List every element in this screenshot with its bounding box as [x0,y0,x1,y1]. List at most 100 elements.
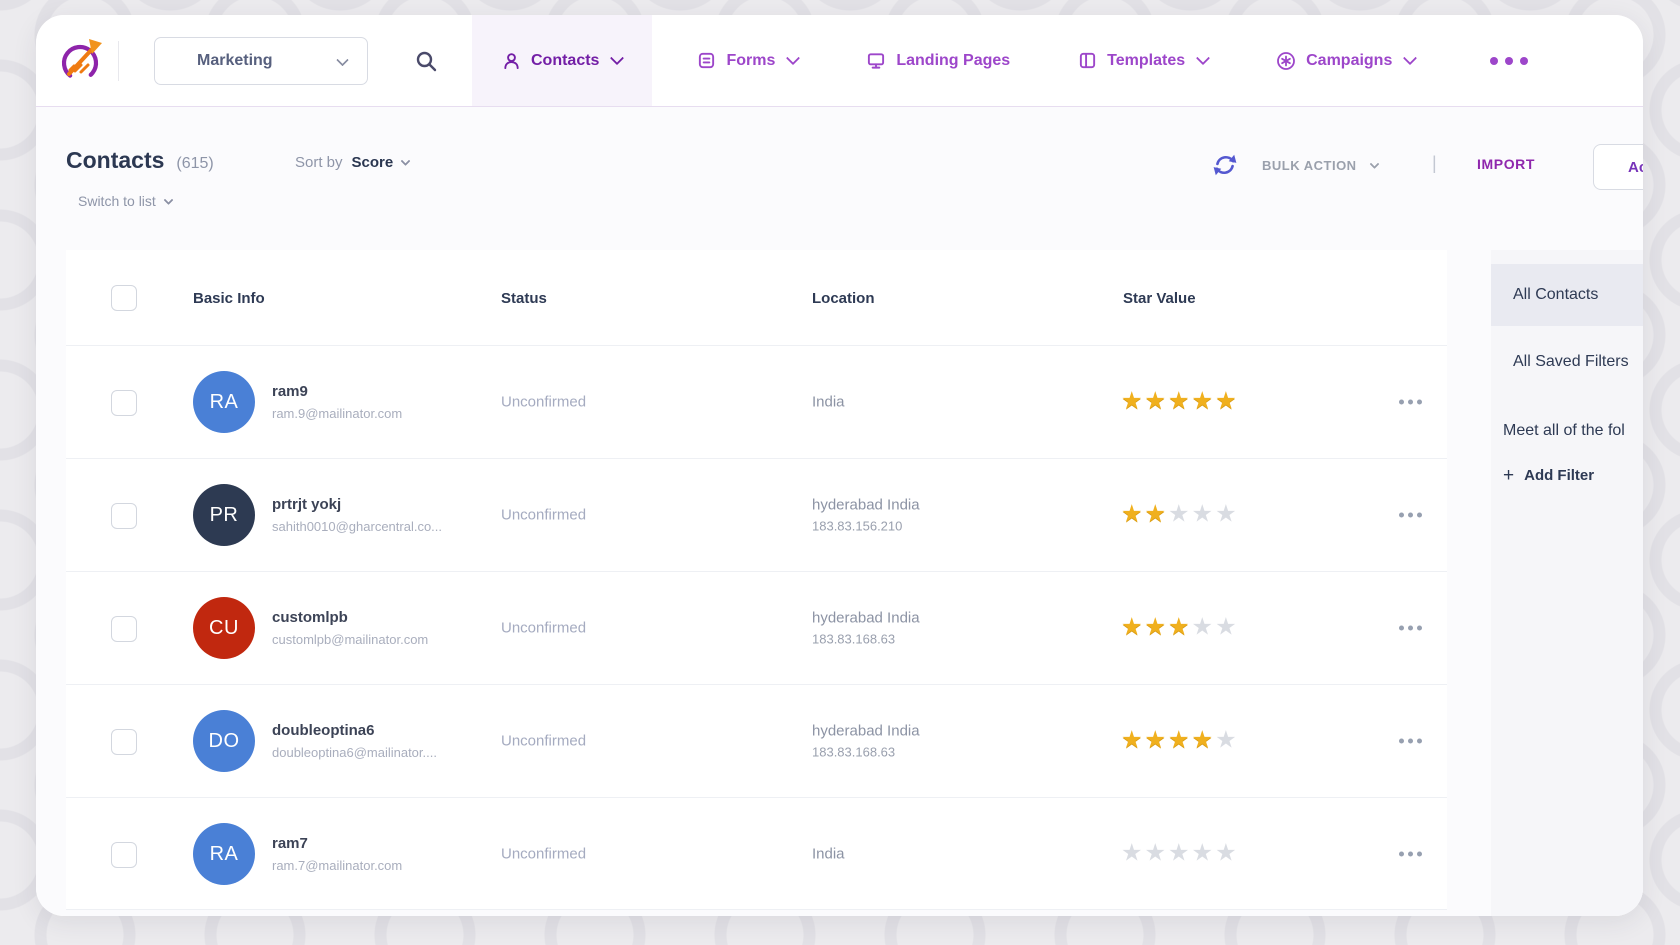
star-empty-icon: ★ [1215,501,1239,528]
plus-icon: + [1503,466,1514,485]
select-all-checkbox[interactable] [111,285,137,311]
row-actions-menu[interactable] [1393,733,1428,750]
star-rating[interactable]: ★★★★★ [1121,390,1239,414]
add-filter-button[interactable]: + Add Filter [1491,466,1643,485]
star-empty-icon: ★ [1121,839,1145,866]
star-filled-icon: ★ [1145,501,1169,528]
chevron-down-icon [336,53,349,66]
bulk-action-dropdown[interactable]: BULK ACTION [1262,158,1378,173]
contact-location: hyderabad India 183.83.168.63 [812,610,920,647]
switch-to-list-label: Switch to list [78,193,156,209]
location-city: India [812,845,845,862]
avatar: DO [193,710,255,772]
filter-item-all-saved-filters[interactable]: All Saved Filters [1491,340,1643,384]
chevron-down-icon [1369,159,1379,169]
refresh-button[interactable] [1212,152,1238,178]
contacts-count: (615) [176,155,213,173]
star-filled-icon: ★ [1168,727,1192,754]
star-filled-icon: ★ [1145,614,1169,641]
chevron-down-icon [610,51,624,65]
location-city: hyderabad India [812,497,920,514]
contacts-table: Basic Info Status Location Star Value RA… [66,250,1447,910]
table-header-row: Basic Info Status Location Star Value [66,250,1447,345]
star-empty-icon: ★ [1215,614,1239,641]
contact-basic-info: ram7 ram.7@mailinator.com [272,835,402,873]
row-checkbox[interactable] [111,390,137,416]
actions-button[interactable]: Act [1593,144,1643,190]
star-rating[interactable]: ★★★★★ [1121,616,1239,640]
filters-panel: All Contacts All Saved Filters Meet all … [1491,250,1643,916]
sort-control[interactable]: Sort by Score [295,154,409,171]
contact-status: Unconfirmed [501,620,586,637]
tab-campaigns[interactable]: Campaigns [1253,15,1438,106]
tab-landing-pages[interactable]: Landing Pages [843,15,1033,106]
ellipsis-icon [1399,851,1404,856]
campaign-icon [1276,51,1296,71]
table-row[interactable]: PR prtrjt yokj sahith0010@gharcentral.co… [66,458,1447,571]
row-actions-menu[interactable] [1393,507,1428,524]
search-button[interactable] [408,43,444,79]
tab-label: Forms [726,52,775,70]
row-actions-menu[interactable] [1393,394,1428,411]
location-ip: 183.83.156.210 [812,519,920,534]
switch-to-list-control[interactable]: Switch to list [78,193,172,209]
star-empty-icon: ★ [1192,614,1216,641]
star-filled-icon: ★ [1145,727,1169,754]
location-city: India [812,394,845,411]
page-title: Contacts [66,147,164,174]
add-filter-label: Add Filter [1524,467,1594,484]
contact-basic-info: prtrjt yokj sahith0010@gharcentral.co... [272,496,442,534]
star-rating[interactable]: ★★★★★ [1121,841,1239,865]
refresh-icon [1212,152,1238,178]
ellipsis-icon [1399,739,1404,744]
tab-forms[interactable]: Forms [674,15,821,106]
contact-email: sahith0010@gharcentral.co... [272,519,442,534]
star-filled-icon: ★ [1168,614,1192,641]
ellipsis-icon [1399,400,1404,405]
chevron-down-icon [163,195,173,205]
row-checkbox[interactable] [111,503,137,529]
contact-name: doubleoptina6 [272,722,437,739]
location-ip: 183.83.168.63 [812,632,920,647]
contact-email: ram.7@mailinator.com [272,858,402,873]
star-filled-icon: ★ [1215,388,1239,415]
more-menu-button[interactable] [1470,15,1548,106]
star-filled-icon: ★ [1145,388,1169,415]
marketing-logo-icon[interactable] [56,34,108,86]
tab-contacts[interactable]: Contacts [472,15,652,106]
avatar: RA [193,823,255,885]
star-empty-icon: ★ [1168,501,1192,528]
filter-item-label: All Saved Filters [1513,353,1629,371]
location-city: hyderabad India [812,723,920,740]
star-rating[interactable]: ★★★★★ [1121,503,1239,527]
chevron-down-icon [1403,51,1417,65]
star-rating[interactable]: ★★★★★ [1121,729,1239,753]
row-checkbox[interactable] [111,842,137,868]
row-actions-menu[interactable] [1393,620,1428,637]
ellipsis-icon [1399,513,1404,518]
contact-location: India [812,845,845,862]
star-empty-icon: ★ [1145,839,1169,866]
product-selector[interactable]: Marketing [154,37,368,85]
table-row[interactable]: DO doubleoptina6 doubleoptina6@mailinato… [66,684,1447,797]
filter-item-all-contacts[interactable]: All Contacts [1491,264,1643,326]
import-button[interactable]: IMPORT [1477,156,1535,172]
tab-templates[interactable]: Templates [1055,15,1231,106]
row-actions-menu[interactable] [1393,845,1428,862]
app-window: Marketing Contacts [36,15,1643,916]
table-row[interactable]: CU customlpb customlpb@mailinator.com Un… [66,571,1447,684]
page-title-row: Contacts (615) [66,147,214,174]
contact-location: hyderabad India 183.83.156.210 [812,497,920,534]
bulk-action-label: BULK ACTION [1262,158,1357,173]
column-header-status: Status [501,290,547,307]
table-row[interactable]: RA ram7 ram.7@mailinator.com Unconfirmed… [66,797,1447,910]
contact-email: doubleoptina6@mailinator.... [272,745,437,760]
row-checkbox[interactable] [111,616,137,642]
sort-value: Score [352,154,394,171]
contact-location: hyderabad India 183.83.168.63 [812,723,920,760]
actions-button-label: Act [1628,159,1643,176]
columns-icon [1078,51,1097,70]
table-row[interactable]: RA ram9 ram.9@mailinator.com Unconfirmed… [66,345,1447,458]
row-checkbox[interactable] [111,729,137,755]
contact-name: customlpb [272,609,428,626]
